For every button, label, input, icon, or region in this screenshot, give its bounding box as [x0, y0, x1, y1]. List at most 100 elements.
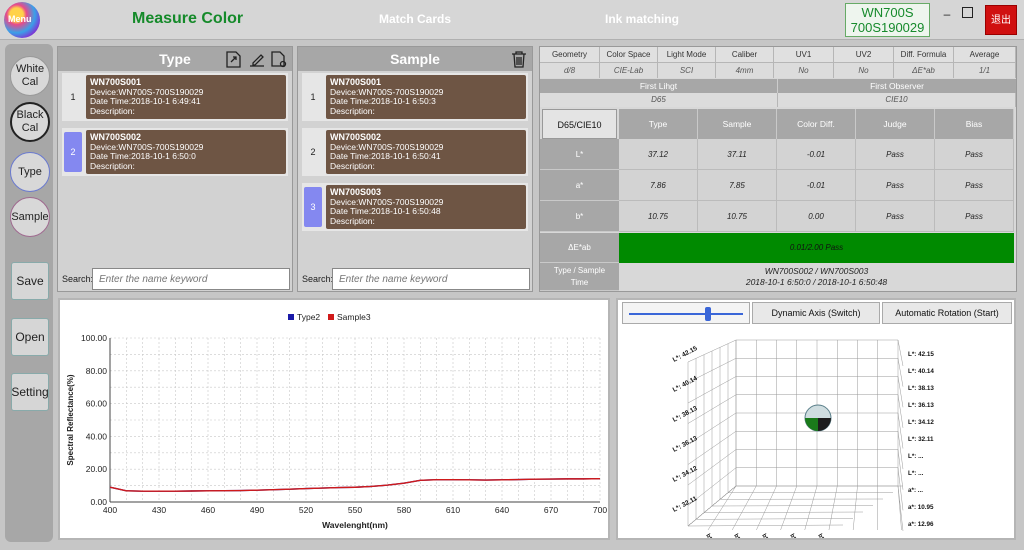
exit-button[interactable]: 退出 — [985, 5, 1017, 35]
document-settings-icon[interactable] — [271, 51, 287, 68]
sample-button[interactable]: Sample — [10, 197, 50, 237]
right-axis-label: a*: 12.96 — [908, 521, 934, 528]
left-axis-label: L*: 42.15 — [672, 345, 699, 364]
device-model: WN700S — [861, 5, 914, 20]
setting-button[interactable]: Setting — [11, 373, 49, 411]
zoom-slider[interactable] — [622, 302, 750, 324]
measure-column-header: Color Diff. — [777, 109, 856, 139]
sample-record[interactable]: 1 WN700S001 Device:WN700S-700S190029 Dat… — [302, 73, 528, 121]
record-index: 2 — [64, 132, 82, 172]
record-date: Date Time:2018-10-1 6:50:48 — [330, 206, 441, 216]
series-line-sample3 — [109, 478, 601, 492]
x-tick-label: 490 — [250, 505, 264, 515]
type-search-label: Search: — [62, 274, 94, 284]
black-cal-button[interactable]: Black Cal — [10, 102, 50, 142]
minimize-icon[interactable]: – — [941, 8, 953, 20]
type-record[interactable]: 1 WN700S001 Device:WN700S-700S190029 Dat… — [62, 73, 288, 121]
trash-icon[interactable] — [510, 50, 528, 69]
tab-ink-matching[interactable]: Ink matching — [605, 12, 679, 26]
measure-value: 37.11 — [698, 139, 777, 170]
measure-column-header: Type — [619, 109, 698, 139]
measure-value: 37.12 — [619, 139, 698, 170]
record-date: Date Time:2018-10-1 6:50:41 — [330, 151, 441, 161]
spectral-chart: 400 430 460 490 520 550 580 610 640 670 7000.0020.… — [66, 312, 607, 530]
export-icon[interactable] — [226, 51, 241, 68]
setting-value: 1/1 — [954, 63, 1016, 78]
series-line-type2 — [109, 478, 601, 492]
edit-icon[interactable] — [250, 54, 264, 67]
measure-row-label: a* — [540, 170, 619, 201]
measure-value: Pass — [856, 139, 935, 170]
right-axis-label: a*: 10.95 — [908, 504, 934, 511]
record-device: Device:WN700S-700S190029 — [330, 86, 444, 97]
page-title[interactable]: Measure Color — [132, 10, 243, 28]
device-indicator[interactable]: WN700S 700S190029 — [845, 3, 930, 37]
type-button[interactable]: Type — [10, 152, 50, 192]
right-axis-label: L*: 32.11 — [908, 436, 934, 443]
sample-search-input[interactable] — [332, 268, 530, 290]
right-axis-label: L*: 42.15 — [908, 351, 934, 358]
record-card[interactable]: WN700S001 Device:WN700S-700S190029 Date … — [86, 75, 286, 119]
record-name: WN700S002 — [90, 132, 142, 142]
dynamic-axis-button[interactable]: Dynamic Axis (Switch) — [752, 302, 880, 324]
left-axis-label: L*: 40.14 — [672, 375, 699, 394]
record-card[interactable]: WN700S001 Device:WN700S-700S190029 Date … — [326, 75, 526, 119]
setting-value: No — [834, 63, 894, 78]
slider-thumb[interactable] — [704, 307, 711, 321]
y-axis-label: Spectral Reflectance(%) — [66, 374, 75, 465]
bottom-axis-label: b*: 7.76 — [732, 533, 748, 538]
maximize-icon[interactable] — [962, 7, 973, 18]
open-button[interactable]: Open — [11, 318, 49, 356]
legend-entry[interactable]: Type2 — [297, 312, 320, 322]
auto-rotation-button[interactable]: Automatic Rotation (Start) — [882, 302, 1012, 324]
record-card[interactable]: WN700S003 Device:WN700S-700S190029 Date … — [326, 185, 526, 229]
device-serial: 700S190029 — [850, 20, 925, 35]
measure-value: -0.01 — [777, 139, 856, 170]
legend-entry[interactable]: Sample3 — [337, 312, 371, 322]
x-tick-label: 670 — [544, 505, 558, 515]
setting-value: ΔE*ab — [894, 63, 954, 78]
tab-match-cards[interactable]: Match Cards — [379, 12, 451, 26]
legend-swatch — [328, 314, 334, 320]
type-record[interactable]: 2 WN700S002 Device:WN700S-700S190029 Dat… — [62, 128, 288, 176]
pair-time-label: Type / Sample Time — [540, 263, 619, 291]
white-cal-button[interactable]: White Cal — [10, 56, 50, 96]
left-axis-label: L*: 36.13 — [672, 435, 699, 454]
pair-times: 2018-10-1 6:50:0 / 2018-10-1 6:50:48 — [745, 277, 888, 287]
setting-header: Light Mode — [658, 47, 716, 63]
color-space-3d-panel: Dynamic Axis (Switch) Automatic Rotation… — [616, 298, 1016, 540]
setting-value: SCI — [658, 63, 716, 78]
type-search-input[interactable] — [92, 268, 290, 290]
x-axis-label: Wavelenght(nm) — [322, 520, 388, 530]
measure-color-window: Menu Measure Color Match Cards Ink match… — [0, 0, 1024, 550]
x-tick-label: 550 — [348, 505, 362, 515]
first-light-label: First Lihgt — [540, 79, 778, 93]
delta-e-label: ΔE*ab — [540, 233, 619, 263]
pair-label-line2: Time — [570, 278, 589, 287]
color-space-cube[interactable]: L*: 42.15 L*: 40.14 L*: 38.13 L*: 36.13 L*: … — [618, 326, 1014, 538]
sample-record[interactable]: 3 WN700S003 Device:WN700S-700S190029 Dat… — [302, 183, 528, 231]
y-tick-label: 60.00 — [86, 399, 108, 409]
setting-header: Geometry — [540, 47, 600, 63]
measure-column-header: Sample — [698, 109, 777, 139]
measure-column-header: Bias — [935, 109, 1014, 139]
measure-value: Pass — [935, 139, 1014, 170]
spectral-chart-panel: 400 430 460 490 520 550 580 610 640 670 700 0.00 20.… — [58, 298, 610, 540]
illuminant-corner: D65/CIE10 — [542, 109, 617, 139]
pair-time-value: WN700S002 / WN700S003 2018-10-1 6:50:0 /… — [619, 263, 1014, 291]
measure-value: 7.86 — [619, 170, 698, 201]
sample-record[interactable]: 2 WN700S002 Device:WN700S-700S190029 Dat… — [302, 128, 528, 176]
x-tick-label: 700 — [593, 505, 607, 515]
record-name: WN700S001 — [330, 77, 382, 87]
record-card[interactable]: WN700S002 Device:WN700S-700S190029 Date … — [326, 130, 526, 174]
first-observer-value: CIE10 — [778, 93, 1016, 107]
setting-header: Average — [954, 47, 1016, 63]
record-date: Date Time:2018-10-1 6:50:0 — [90, 151, 196, 161]
record-card[interactable]: WN700S002 Device:WN700S-700S190029 Date … — [86, 130, 286, 174]
cube-grid — [897, 394, 904, 428]
menu-logo-button[interactable]: Menu — [4, 2, 40, 38]
first-light-value: D65 — [540, 93, 778, 107]
record-device: Device:WN700S-700S190029 — [90, 86, 204, 97]
pair-label-line1: Type / Sample — [553, 266, 606, 275]
save-button[interactable]: Save — [11, 262, 49, 300]
